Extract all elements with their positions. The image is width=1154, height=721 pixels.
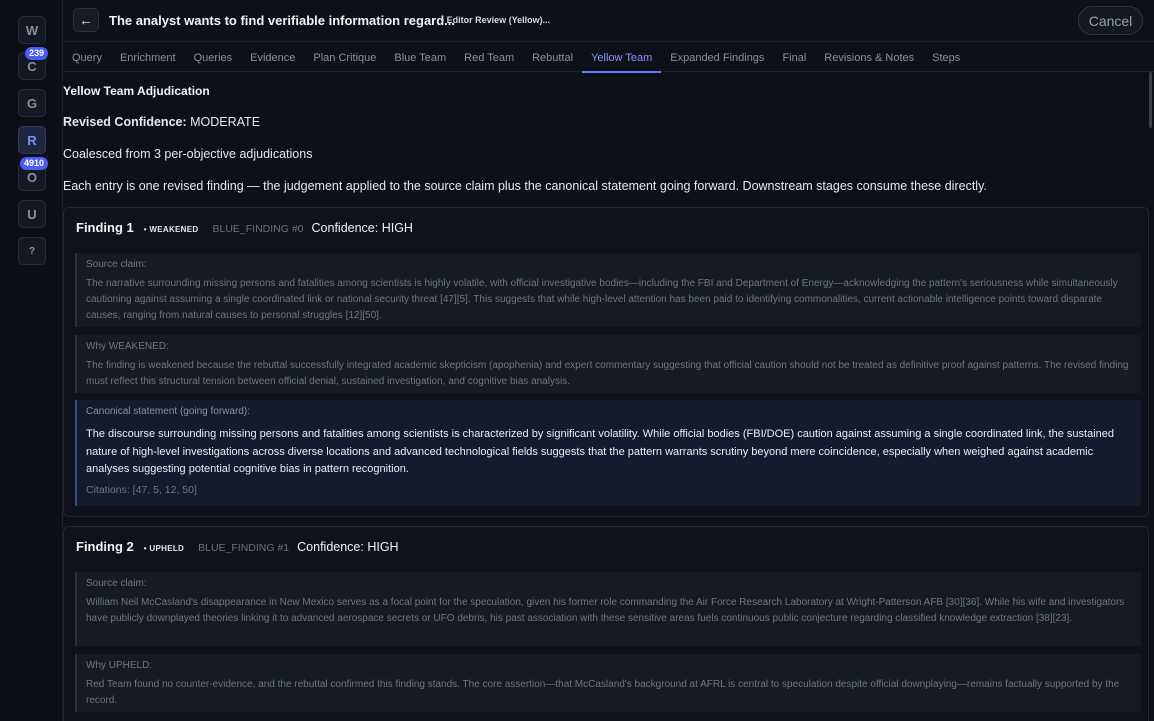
source-claim-text: The narrative surrounding missing person…	[86, 278, 1118, 321]
rail-button-u[interactable]: U	[18, 200, 46, 228]
finding-header: Finding 1 • WEAKENED BLUE_FINDING #0 Con…	[76, 220, 413, 235]
tab-final[interactable]: Final	[773, 42, 815, 72]
finding-card: Finding 2 • UPHELD BLUE_FINDING #1 Confi…	[63, 526, 1149, 721]
finding-confidence: Confidence: HIGH	[311, 221, 413, 235]
source-claim-label: Source claim:	[86, 578, 147, 589]
tab-queries[interactable]: Queries	[185, 42, 242, 72]
tab-plan-critique[interactable]: Plan Critique	[304, 42, 385, 72]
tab-red-team[interactable]: Red Team	[455, 42, 523, 72]
tab-rebuttal[interactable]: Rebuttal	[523, 42, 582, 72]
citations: Citations: [47, 5, 12, 50]	[86, 483, 197, 496]
finding-title: Finding 2	[76, 539, 134, 554]
rail-badge-o: 4910	[20, 157, 49, 170]
rail-button-r[interactable]: R	[18, 126, 46, 154]
source-claim-text: William Neil McCasland's disappearance i…	[86, 597, 1125, 624]
header: ← The analyst wants to find verifiable i…	[63, 0, 1154, 42]
source-claim-block: Source claim: The narrative surrounding …	[75, 253, 1141, 327]
finding-reference: BLUE_FINDING #0	[212, 223, 304, 235]
rail-button-help[interactable]: ?	[18, 237, 46, 265]
canonical-statement-label: Canonical statement (going forward):	[86, 406, 250, 417]
canonical-statement-text: The discourse surrounding missing person…	[86, 428, 1114, 475]
verdict-badge: • WEAKENED	[143, 225, 199, 234]
why-block: Why UPHELD: Red Team found no counter-ev…	[75, 654, 1141, 712]
finding-confidence: Confidence: HIGH	[297, 540, 399, 554]
tab-blue-team[interactable]: Blue Team	[385, 42, 455, 72]
cancel-button[interactable]: Cancel	[1078, 6, 1143, 35]
why-label: Why UPHELD:	[86, 660, 153, 671]
tab-query[interactable]: Query	[63, 42, 111, 72]
finding-reference: BLUE_FINDING #1	[198, 542, 290, 554]
canonical-statement-block: Canonical statement (going forward): The…	[75, 400, 1141, 506]
section-title: Yellow Team Adjudication	[63, 84, 210, 98]
source-claim-block: Source claim: William Neil McCasland's d…	[75, 572, 1141, 646]
tab-expanded-findings[interactable]: Expanded Findings	[661, 42, 773, 72]
tab-steps[interactable]: Steps	[923, 42, 969, 72]
status-badge: • Editor Review (Yellow)...	[441, 15, 551, 25]
why-text: The finding is weakened because the rebu…	[86, 360, 1129, 387]
finding-card: Finding 1 • WEAKENED BLUE_FINDING #0 Con…	[63, 207, 1149, 517]
tab-revisions-notes[interactable]: Revisions & Notes	[815, 42, 923, 72]
page-title: The analyst wants to find verifiable inf…	[109, 13, 456, 28]
tab-evidence[interactable]: Evidence	[241, 42, 304, 72]
tab-yellow-team[interactable]: Yellow Team	[582, 42, 662, 73]
revised-confidence: Revised Confidence: MODERATE	[63, 115, 260, 129]
why-label: Why WEAKENED:	[86, 341, 169, 352]
section-description: Each entry is one revised finding — the …	[63, 179, 987, 193]
rail-button-g[interactable]: G	[18, 89, 46, 117]
coalesced-note: Coalesced from 3 per-objective adjudicat…	[63, 147, 313, 161]
back-arrow-icon: ←	[79, 12, 93, 28]
finding-title: Finding 1	[76, 220, 134, 235]
revised-confidence-value: MODERATE	[190, 115, 261, 129]
verdict-badge: • UPHELD	[143, 544, 185, 553]
main-content: Yellow Team Adjudication Revised Confide…	[63, 72, 1154, 721]
why-text: Red Team found no counter-evidence, and …	[86, 679, 1120, 706]
finding-header: Finding 2 • UPHELD BLUE_FINDING #1 Confi…	[76, 539, 399, 554]
rail-badge-c: 239	[25, 47, 49, 60]
tab-bar: Query Enrichment Queries Evidence Plan C…	[63, 42, 1154, 73]
left-rail: W C 239 G R O 4910 U ?	[0, 0, 63, 721]
tab-enrichment[interactable]: Enrichment	[111, 42, 185, 72]
back-button[interactable]: ←	[73, 8, 99, 32]
revised-confidence-label: Revised Confidence:	[63, 115, 187, 129]
rail-button-w[interactable]: W	[18, 16, 46, 44]
source-claim-label: Source claim:	[86, 259, 147, 270]
scrollbar[interactable]	[1149, 72, 1152, 128]
why-block: Why WEAKENED: The finding is weakened be…	[75, 335, 1141, 393]
